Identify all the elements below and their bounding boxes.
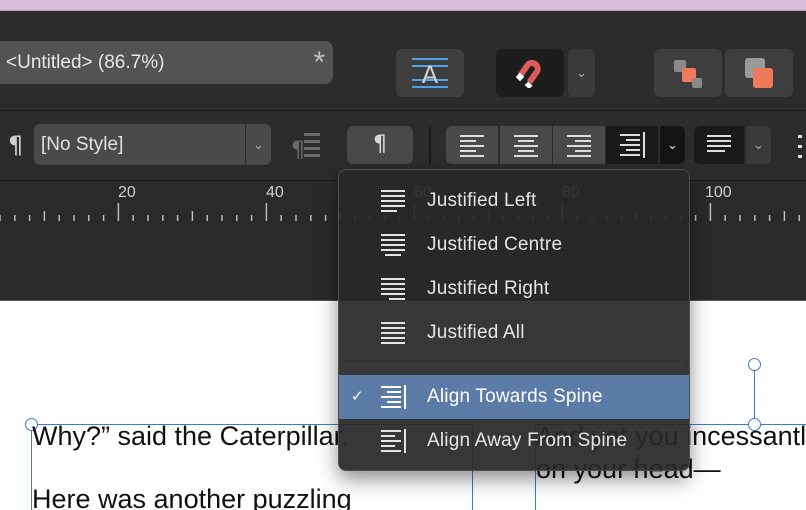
checkmark-icon: ✓ xyxy=(351,388,364,405)
align-centre-icon xyxy=(514,135,538,157)
text-alignment-menu: Justified Left Justified Centre Justifie… xyxy=(338,169,690,471)
menu-item-justified-all[interactable]: Justified All xyxy=(339,311,689,355)
align-towards-spine-button[interactable] xyxy=(606,126,658,164)
text-frame-button[interactable]: A xyxy=(396,49,464,97)
pilcrow-icon: ¶ xyxy=(373,132,387,157)
rotation-handle[interactable] xyxy=(748,358,761,371)
menu-item-label: Justified All xyxy=(427,322,525,343)
snapping-options-dropdown[interactable]: ⌄ xyxy=(568,49,595,97)
svg-text:¶: ¶ xyxy=(291,138,305,163)
body-text-line: Here was another puzzling xyxy=(32,484,352,510)
document-title-field[interactable]: <Untitled> (86.7%) * xyxy=(0,41,333,84)
menu-item-align-towards-spine[interactable]: ✓ Align Towards Spine xyxy=(339,375,689,419)
paragraph-style-select[interactable]: [No Style] ⌄ xyxy=(34,124,271,165)
rotate-handle-stem xyxy=(754,371,755,424)
alignment-options-dropdown[interactable]: ⌄ xyxy=(660,126,685,164)
move-forward-button[interactable] xyxy=(654,49,722,97)
align-towards-spine-icon xyxy=(620,132,645,158)
magnet-icon xyxy=(515,60,541,88)
paragraph-indent-icon[interactable]: ¶ xyxy=(290,129,324,163)
menu-separator xyxy=(343,363,685,367)
move-to-front-button[interactable] xyxy=(725,49,793,97)
chevron-down-icon: ⌄ xyxy=(245,124,271,165)
window-top-strip xyxy=(0,0,806,11)
chevron-down-icon: ⌄ xyxy=(753,137,764,152)
align-centre-button[interactable] xyxy=(500,126,552,164)
arrange-front-icon xyxy=(745,58,773,88)
align-left-icon xyxy=(460,135,484,157)
align-right-icon xyxy=(567,135,591,157)
menu-item-justified-right[interactable]: Justified Right xyxy=(339,267,689,311)
arrange-forward-icon xyxy=(674,60,702,88)
modified-indicator: * xyxy=(313,46,325,79)
menu-item-label: Justified Right xyxy=(427,278,550,299)
paragraph-style-label: ¶ xyxy=(8,131,24,159)
chevron-down-icon: ⌄ xyxy=(576,65,587,80)
justified-all-icon xyxy=(381,322,405,344)
chevron-down-icon: ⌄ xyxy=(667,137,678,152)
list-options-icon[interactable] xyxy=(790,133,806,161)
menu-item-label: Align Away From Spine xyxy=(427,430,628,451)
align-left-button[interactable] xyxy=(446,126,498,164)
vertical-alignment-button[interactable] xyxy=(694,126,744,164)
svg-text:A: A xyxy=(422,61,439,89)
align-top-icon xyxy=(707,135,731,152)
align-towards-spine-icon xyxy=(381,385,406,409)
menu-item-justified-centre[interactable]: Justified Centre xyxy=(339,223,689,267)
text-frame-icon: A xyxy=(412,58,448,89)
document-title: <Untitled> (86.7%) xyxy=(6,52,165,73)
toolbar-divider xyxy=(429,127,431,165)
menu-item-label: Justified Left xyxy=(427,190,537,211)
body-text-line: Why?” said the Caterpillar. xyxy=(32,421,349,451)
menu-item-label: Align Towards Spine xyxy=(427,386,603,407)
justified-right-icon xyxy=(381,278,405,300)
menu-item-justified-left[interactable]: Justified Left xyxy=(339,179,689,223)
menu-item-align-away-from-spine[interactable]: Align Away From Spine xyxy=(339,419,689,463)
context-toolbar: <Untitled> (86.7%) * A ⌄ xyxy=(0,11,806,111)
vertical-alignment-dropdown[interactable]: ⌄ xyxy=(746,126,771,164)
snapping-button[interactable] xyxy=(496,49,564,97)
justified-left-icon xyxy=(381,190,405,212)
paragraph-panel-button[interactable]: ¶ xyxy=(347,126,413,164)
align-away-from-spine-icon xyxy=(381,429,406,453)
align-right-button[interactable] xyxy=(553,126,605,164)
justified-centre-icon xyxy=(381,234,405,256)
paragraph-style-value: [No Style] xyxy=(41,134,124,155)
menu-item-label: Justified Centre xyxy=(427,234,563,255)
